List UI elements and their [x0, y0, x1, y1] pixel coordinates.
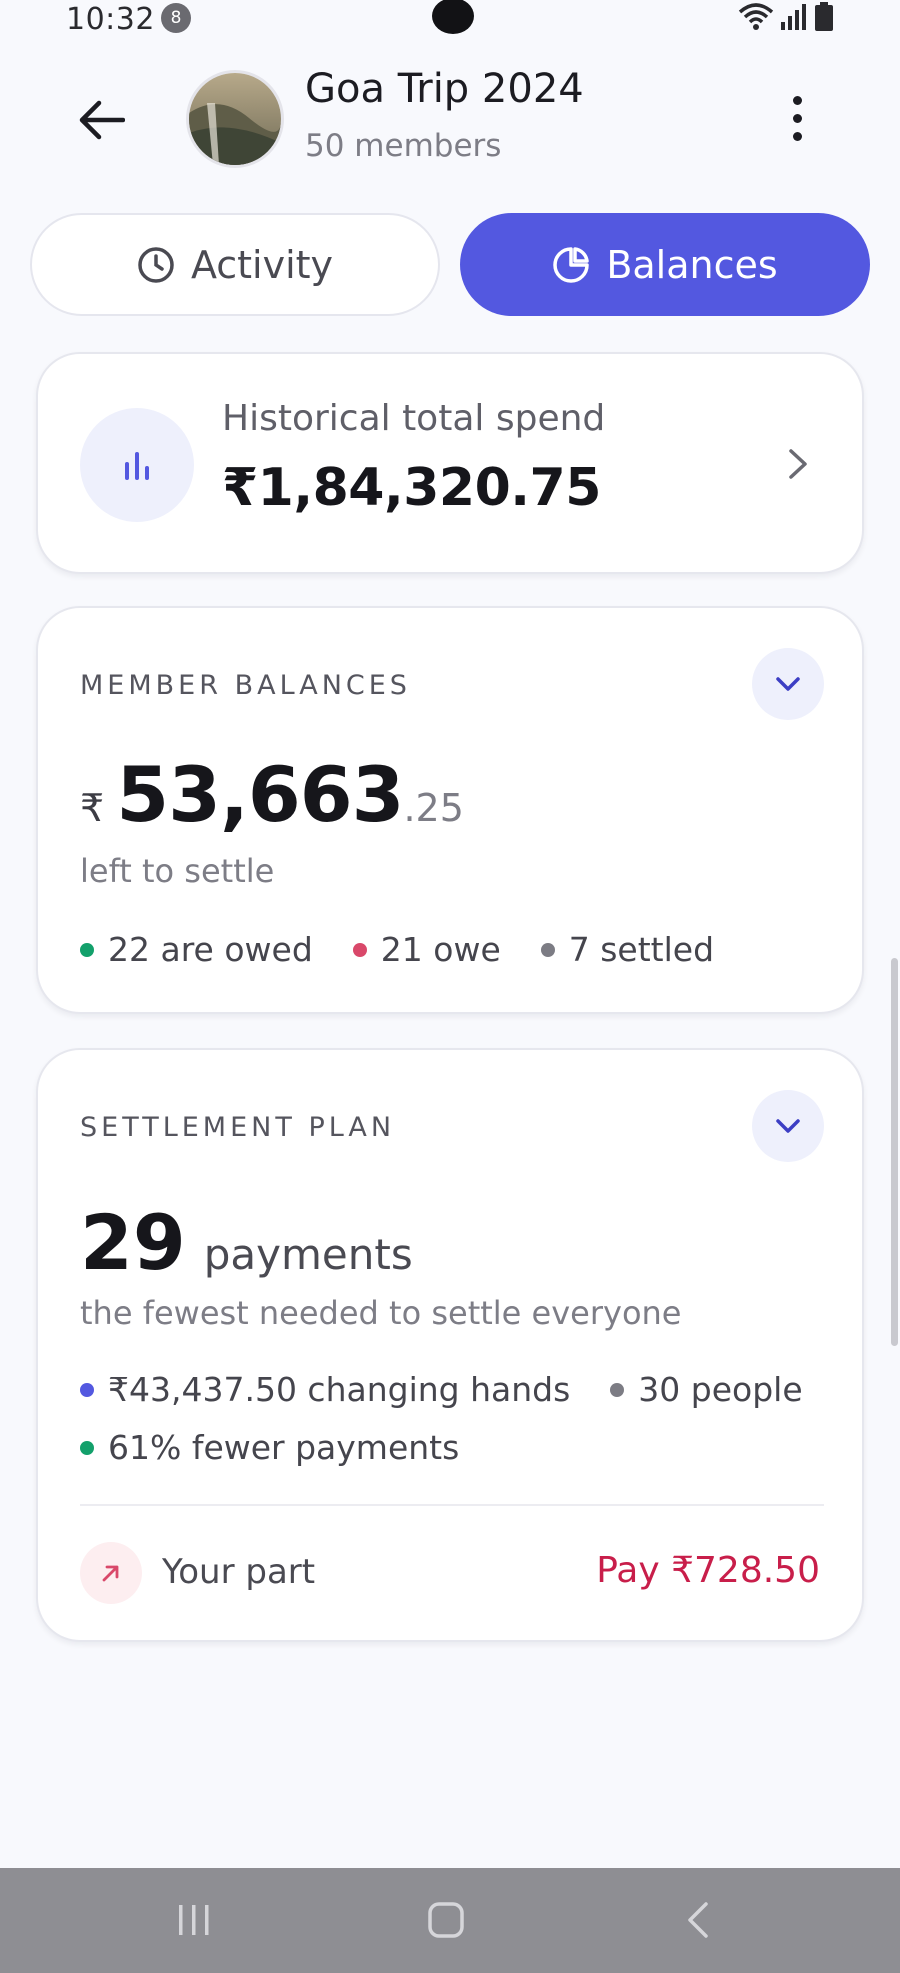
status-time: 10:32	[66, 2, 155, 37]
system-icons	[738, 2, 834, 32]
historical-spend-card[interactable]: Historical total spend ₹1,84,320.75	[36, 352, 864, 574]
battery-icon	[815, 2, 833, 31]
member-balances-card: MEMBER BALANCES ₹ 53,663 .25 left to set…	[36, 606, 864, 1014]
signal-icon	[781, 4, 806, 30]
settlement-stats-row-2: 61% fewer payments	[80, 1428, 459, 1467]
your-part-icon-container	[80, 1542, 142, 1604]
stat-changing-hands-label: ₹43,437.50 changing hands	[108, 1370, 571, 1409]
wifi-icon	[738, 3, 774, 30]
legend-item-owe: 21 owe	[352, 930, 501, 969]
spend-value: ₹1,84,320.75	[222, 458, 601, 518]
stat-people: 30 people	[610, 1370, 803, 1409]
amount-caption: left to settle	[80, 852, 275, 890]
group-photo-image	[189, 73, 281, 165]
payments-count: 29	[80, 1198, 186, 1287]
legend-item-owed: 22 are owed	[80, 930, 313, 969]
balance-legend: 22 are owed 21 owe 7 settled	[80, 930, 714, 969]
home-button[interactable]	[396, 1890, 496, 1950]
group-avatar[interactable]	[186, 70, 284, 168]
front-camera-cutout	[432, 0, 474, 34]
recent-apps-button[interactable]	[144, 1890, 244, 1950]
system-back-button[interactable]	[648, 1890, 748, 1950]
legend-item-settled: 7 settled	[540, 930, 715, 969]
settlement-plan-title: SETTLEMENT PLAN	[80, 1112, 396, 1143]
green-dot-icon	[80, 942, 94, 957]
blue-dot-icon	[80, 1382, 94, 1397]
tab-activity-label: Activity	[190, 242, 334, 287]
your-part-pay-amount[interactable]: Pay ₹728.50	[596, 1550, 820, 1591]
red-dot-icon	[352, 942, 367, 957]
stat-fewer-payments: 61% fewer payments	[80, 1428, 459, 1467]
legend-owed-label: 22 are owed	[108, 930, 313, 969]
your-part-label: Your part	[162, 1552, 316, 1592]
stat-people-label: 30 people	[638, 1370, 803, 1409]
system-navigation-bar	[0, 1868, 900, 1973]
payments-caption: the fewest needed to settle everyone	[80, 1294, 682, 1332]
member-count: 50 members	[305, 128, 502, 164]
arrow-left-icon	[79, 100, 125, 140]
member-balances-collapse-button[interactable]	[752, 648, 824, 720]
legend-owe-label: 21 owe	[380, 930, 501, 969]
chevron-left-icon	[688, 1902, 708, 1938]
status-bar: 10:32 8	[0, 0, 900, 40]
notification-count-badge: 8	[161, 3, 191, 33]
tab-balances[interactable]: Balances	[460, 213, 870, 316]
member-balances-title: MEMBER BALANCES	[80, 670, 411, 701]
balance-amount: ₹ 53,663 .25	[80, 750, 464, 839]
chevron-right-icon	[778, 444, 818, 484]
chevron-down-icon	[776, 1119, 800, 1133]
payments-word: payments	[203, 1230, 413, 1279]
arrow-up-right-icon	[102, 1565, 119, 1582]
currency-symbol: ₹	[80, 786, 105, 830]
clock-icon	[138, 246, 174, 283]
stat-fewer-payments-label: 61% fewer payments	[108, 1428, 460, 1467]
settlement-plan-card: SETTLEMENT PLAN 29 payments the fewest n…	[36, 1048, 864, 1642]
scrollbar[interactable]	[891, 958, 898, 1346]
settlement-stats-row-1: ₹43,437.50 changing hands 30 people	[80, 1370, 803, 1409]
green-dot-icon	[80, 1440, 94, 1455]
recent-apps-icon	[179, 1905, 209, 1935]
stat-changing-hands: ₹43,437.50 changing hands	[80, 1370, 570, 1409]
settlement-plan-collapse-button[interactable]	[752, 1090, 824, 1162]
pie-chart-icon	[553, 246, 590, 283]
more-options-button[interactable]	[770, 86, 824, 150]
amount-decimal: .25	[403, 786, 464, 830]
legend-settled-label: 7 settled	[568, 930, 715, 969]
chevron-down-icon	[776, 677, 800, 691]
more-vertical-icon	[792, 95, 802, 105]
bar-chart-icon	[125, 452, 149, 480]
home-icon	[428, 1902, 464, 1938]
divider	[80, 1504, 824, 1506]
back-button[interactable]	[70, 88, 134, 152]
spend-label: Historical total spend	[222, 398, 606, 439]
spend-icon-container	[80, 408, 194, 522]
tab-activity[interactable]: Activity	[30, 213, 440, 316]
amount-whole: 53,663	[116, 750, 404, 839]
group-title: Goa Trip 2024	[305, 66, 584, 112]
payments-count-row: 29 payments	[80, 1198, 413, 1287]
tab-balances-label: Balances	[606, 242, 778, 287]
gray-dot-icon	[610, 1382, 625, 1397]
gray-dot-icon	[540, 942, 555, 957]
